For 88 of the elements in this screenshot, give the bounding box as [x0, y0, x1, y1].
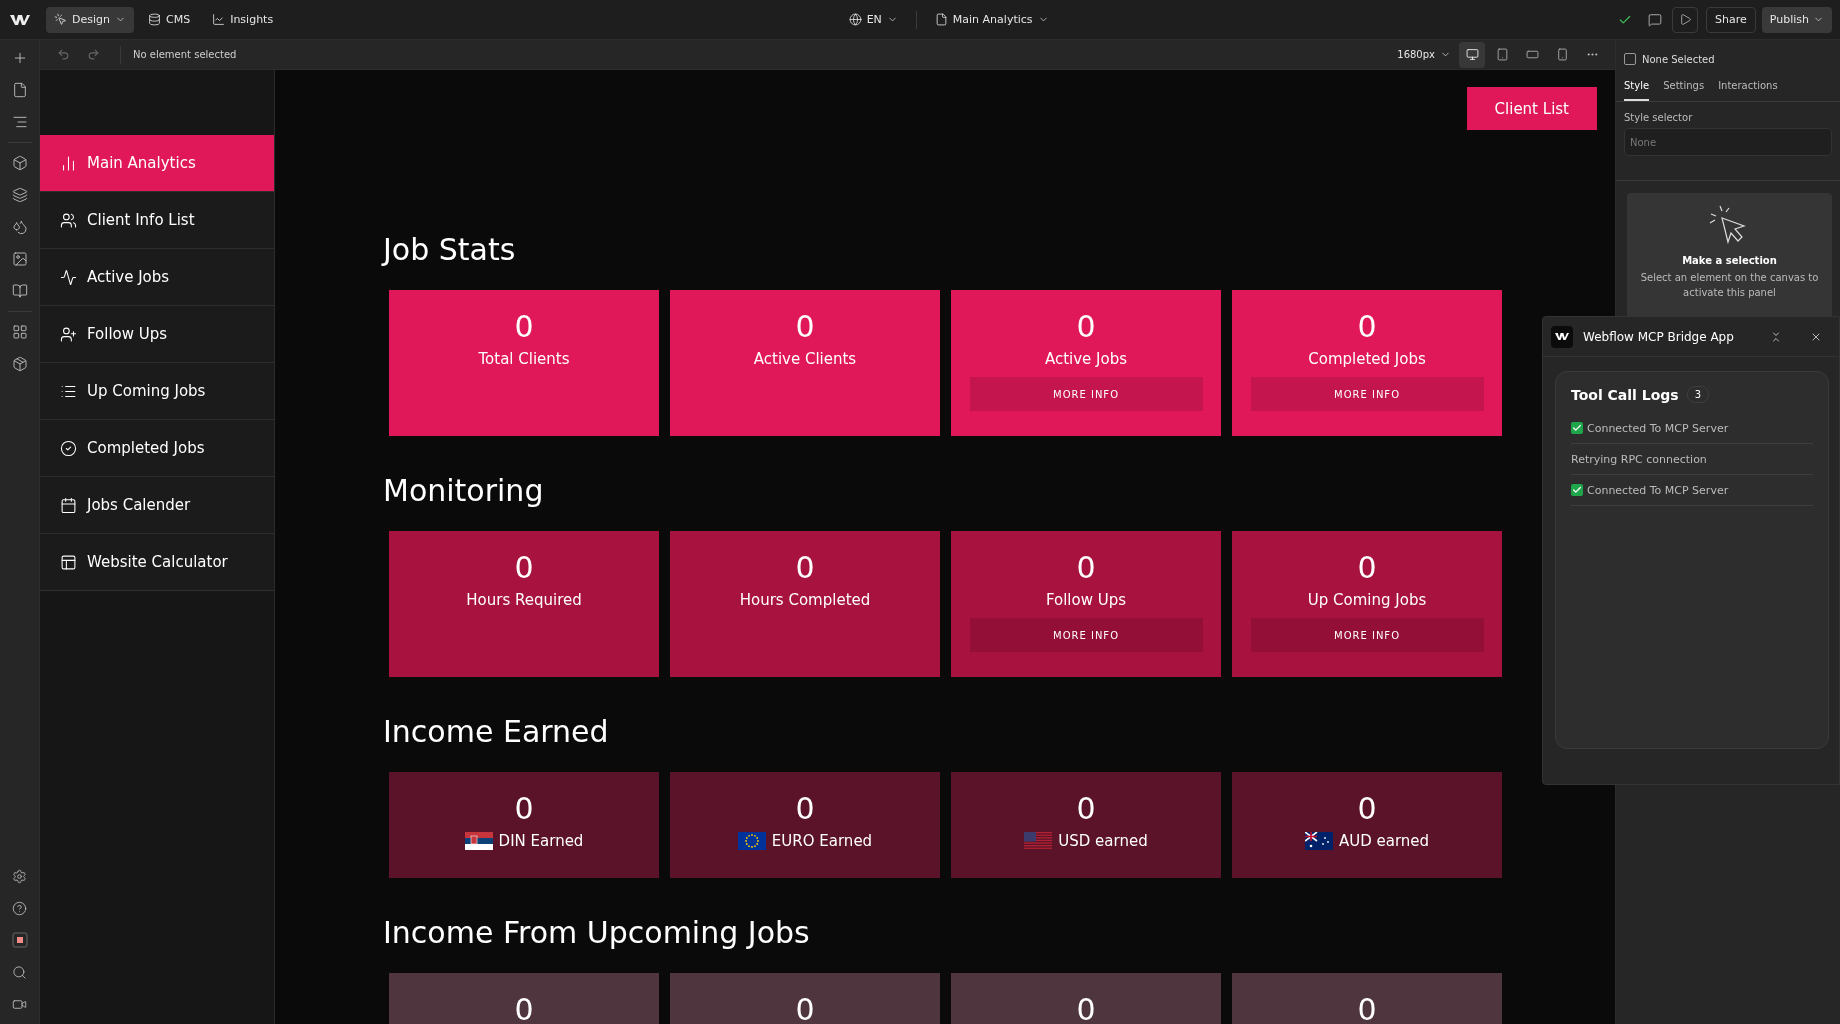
- stat-label: EURO Earned: [771, 832, 873, 850]
- nav-icon: [60, 325, 77, 343]
- nav-icon: [60, 553, 77, 571]
- stat-label: Active Clients: [753, 350, 857, 368]
- checkbox[interactable]: [1624, 53, 1636, 65]
- more-info-button[interactable]: MORE INFO: [1250, 377, 1484, 411]
- flag-icon: [737, 832, 766, 850]
- section-heading: Monitoring: [383, 472, 545, 510]
- nav-item[interactable]: Completed Jobs: [40, 420, 274, 477]
- page-icon: [934, 13, 948, 26]
- panel-tab[interactable]: Settings: [1663, 76, 1705, 101]
- stat-label: Hours Completed: [739, 591, 871, 609]
- stat-value: 0: [795, 549, 815, 587]
- field-label: Style selector: [1623, 111, 1694, 125]
- stat-value: 0: [1357, 790, 1377, 828]
- mode-tab[interactable]: CMS: [140, 6, 199, 33]
- nav-item[interactable]: Client Info List: [40, 192, 274, 249]
- stat-label: Active Jobs: [1044, 350, 1128, 368]
- nav-item[interactable]: Follow Ups: [40, 306, 274, 363]
- stat-label: Hours Required: [466, 591, 582, 609]
- stat-value: 0: [1076, 790, 1096, 828]
- nav-item[interactable]: Jobs Calender: [40, 477, 274, 534]
- globe-icon: [848, 13, 862, 26]
- stat-value: 0: [795, 991, 815, 1024]
- width-dropdown[interactable]: 1680px: [1391, 41, 1457, 68]
- stat-label: Total Clients: [478, 350, 570, 368]
- stat-value: 0: [1076, 549, 1096, 587]
- page-dropdown[interactable]: Main Analytics: [928, 6, 1055, 33]
- stat-value: 0: [1076, 991, 1096, 1024]
- nav-item[interactable]: Main Analytics: [40, 135, 274, 192]
- section-heading: Income Earned: [383, 713, 610, 751]
- flag-icon: [1024, 832, 1053, 850]
- stat-value: 0: [1357, 549, 1377, 587]
- nav-icon: [60, 496, 77, 514]
- stat-value: 0: [795, 308, 815, 346]
- play-icon[interactable]: [1672, 6, 1699, 33]
- stat-value: 0: [795, 790, 815, 828]
- mode-tab[interactable]: Insights: [204, 6, 282, 33]
- empty-title: Make a selection: [1682, 255, 1777, 266]
- stat-label: Follow Ups: [1045, 591, 1127, 609]
- nav-icon: [60, 211, 77, 229]
- panel-tab[interactable]: Interactions: [1718, 76, 1778, 101]
- stat-label: Completed Jobs: [1308, 350, 1426, 368]
- log-entry: Connected To MCP Server: [1587, 421, 1729, 435]
- selection-label: None Selected: [1642, 53, 1715, 65]
- section-heading: Income From Upcoming Jobs: [383, 914, 811, 952]
- stat-value: 0: [514, 549, 534, 587]
- nav-icon: [60, 439, 77, 457]
- stat-label: AUD earned: [1338, 832, 1430, 850]
- nav-icon: [60, 268, 77, 286]
- stat-value: 0: [1357, 308, 1377, 346]
- panel-tab[interactable]: Style: [1624, 76, 1650, 101]
- count-badge: 3: [1686, 386, 1710, 403]
- app-logo-icon: [1551, 325, 1573, 348]
- more-info-button[interactable]: MORE INFO: [1250, 618, 1484, 652]
- stat-value: 0: [514, 991, 534, 1024]
- more-info-button[interactable]: MORE INFO: [969, 618, 1203, 652]
- style-selector-field[interactable]: None: [1624, 128, 1832, 156]
- log-entry: Retrying RPC connection: [1571, 452, 1707, 466]
- client-list-button[interactable]: Client List: [1466, 87, 1597, 130]
- selection-status: No element selected: [133, 49, 237, 60]
- publish-button[interactable]: Publish: [1761, 6, 1832, 33]
- nav-item[interactable]: Website Calculator: [40, 534, 274, 591]
- stat-value: 0: [1357, 991, 1377, 1024]
- nav-icon: [60, 154, 77, 172]
- flag-icon: [1304, 832, 1333, 850]
- stat-value: 0: [514, 308, 534, 346]
- stat-label: Up Coming Jobs: [1307, 591, 1427, 609]
- panel-title: Webflow MCP Bridge App: [1583, 329, 1735, 344]
- logs-title: Tool Call Logs: [1571, 386, 1679, 403]
- mode-tab[interactable]: Design: [46, 6, 134, 33]
- nav-item[interactable]: Up Coming Jobs: [40, 363, 274, 420]
- database-icon: [148, 13, 161, 26]
- log-entry: Connected To MCP Server: [1587, 483, 1729, 497]
- desktop-icon[interactable]: [1459, 41, 1485, 68]
- more-info-button[interactable]: MORE INFO: [969, 377, 1203, 411]
- line-chart-icon: [212, 13, 226, 26]
- stat-value: 0: [514, 790, 534, 828]
- locale-dropdown[interactable]: EN: [842, 6, 904, 33]
- stat-label: DIN Earned: [498, 832, 584, 850]
- stat-label: USD earned: [1058, 832, 1148, 850]
- flag-icon: [464, 832, 493, 850]
- design-mode-icon: [54, 13, 67, 26]
- stat-value: 0: [1076, 308, 1096, 346]
- nav-item[interactable]: Active Jobs: [40, 249, 274, 306]
- share-button[interactable]: Share: [1706, 6, 1756, 33]
- empty-text: Select an element on the canvas to activate this panel: [1639, 271, 1820, 300]
- section-heading: Job Stats: [383, 231, 517, 269]
